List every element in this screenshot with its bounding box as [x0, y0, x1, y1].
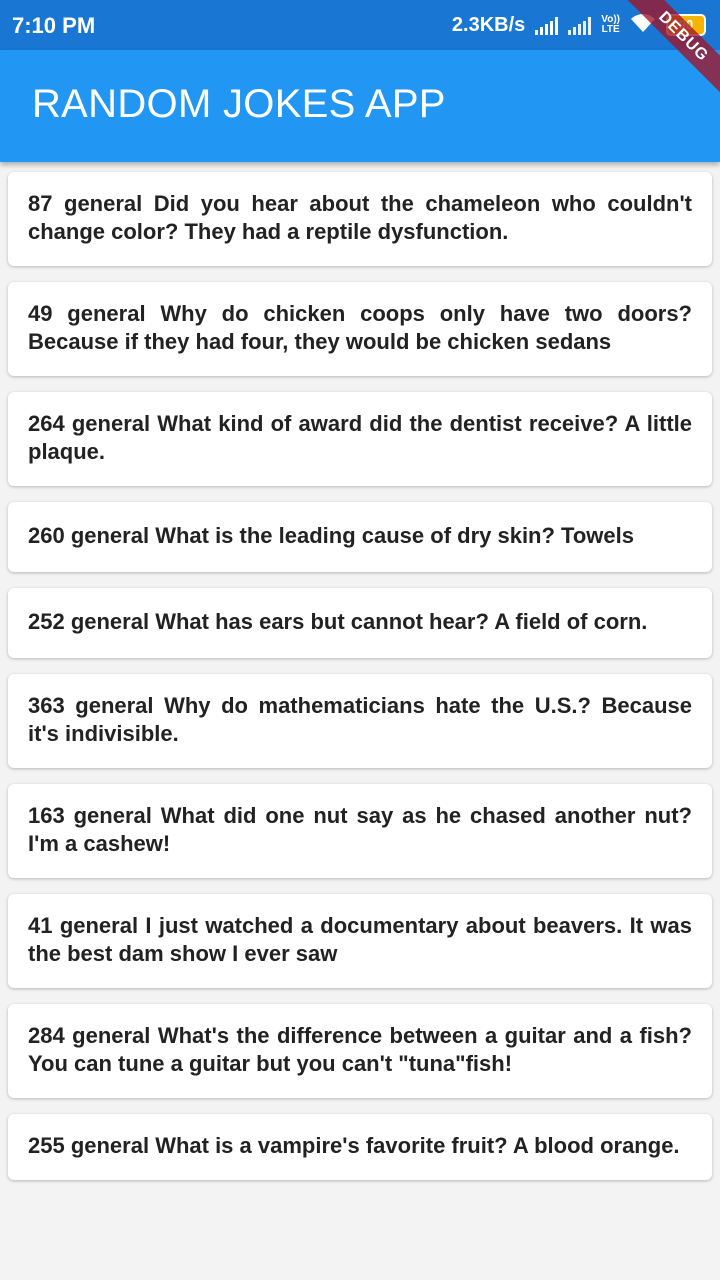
- joke-card[interactable]: 252 general What has ears but cannot hea…: [8, 588, 712, 658]
- joke-card[interactable]: 163 general What did one nut say as he c…: [8, 784, 712, 878]
- joke-text: 255 general What is a vampire's favorite…: [28, 1133, 680, 1158]
- signal-strength-icon: [535, 15, 559, 35]
- app-title: RANDOM JOKES APP: [32, 82, 446, 126]
- joke-text: 163 general What did one nut say as he c…: [28, 803, 692, 856]
- joke-card[interactable]: 363 general Why do mathematicians hate t…: [8, 674, 712, 768]
- joke-text: 363 general Why do mathematicians hate t…: [28, 693, 692, 746]
- volte-bottom-label: LTE: [601, 24, 620, 35]
- joke-card[interactable]: 41 general I just watched a documentary …: [8, 894, 712, 988]
- joke-card[interactable]: 49 general Why do chicken coops only hav…: [8, 282, 712, 376]
- network-speed: 2.3KB/s: [451, 13, 526, 36]
- joke-text: 284 general What's the difference betwee…: [28, 1023, 692, 1076]
- jokes-list[interactable]: 87 general Did you hear about the chamel…: [8, 172, 712, 1196]
- joke-card[interactable]: 255 general What is a vampire's favorite…: [8, 1114, 712, 1180]
- joke-card[interactable]: 264 general What kind of award did the d…: [8, 392, 712, 486]
- signal-strength-2-icon: [568, 15, 592, 35]
- joke-card[interactable]: 260 general What is the leading cause of…: [8, 502, 712, 572]
- volte-icon: Vo)) LTE: [601, 15, 620, 35]
- joke-text: 264 general What kind of award did the d…: [28, 411, 692, 464]
- joke-text: 49 general Why do chicken coops only hav…: [28, 301, 692, 354]
- joke-text: 41 general I just watched a documentary …: [28, 913, 692, 966]
- joke-text: 252 general What has ears but cannot hea…: [28, 609, 648, 634]
- app-bar: RANDOM JOKES APP: [0, 50, 720, 162]
- joke-card[interactable]: 284 general What's the difference betwee…: [8, 1004, 712, 1098]
- joke-card[interactable]: 87 general Did you hear about the chamel…: [8, 172, 712, 266]
- joke-text: 260 general What is the leading cause of…: [28, 523, 634, 548]
- status-time: 7:10 PM: [12, 13, 96, 38]
- status-bar: 7:10 PM 2.3KB/s Vo)) LTE 90: [0, 0, 720, 50]
- joke-text: 87 general Did you hear about the chamel…: [28, 191, 692, 244]
